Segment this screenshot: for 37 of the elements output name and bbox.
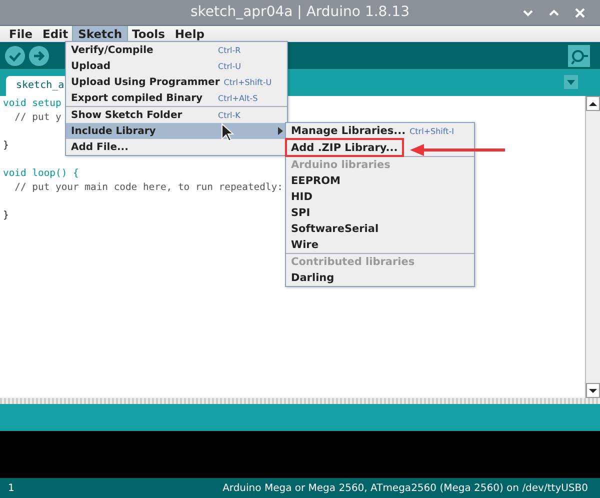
code-line: void setup xyxy=(3,98,62,109)
close-icon[interactable] xyxy=(574,6,586,18)
menu-item[interactable]: SPI xyxy=(286,205,474,221)
window-title: sketch_apr04a | Arduino 1.8.13 xyxy=(190,4,410,20)
scroll-down-icon[interactable] xyxy=(588,386,598,394)
menu-item[interactable]: Wire xyxy=(286,237,474,253)
menu-item[interactable]: Add .ZIP Library... xyxy=(286,139,403,156)
board-info: Arduino Mega or Mega 2560, ATmega2560 (Mega 2560) on /dev/ttyUSB0 xyxy=(222,482,588,494)
menu-item[interactable]: EEPROM xyxy=(286,173,474,189)
upload-icon[interactable] xyxy=(29,46,49,66)
tab-menu-icon[interactable] xyxy=(564,75,578,89)
code-line: } xyxy=(3,140,9,151)
menu-item[interactable]: Tools xyxy=(127,26,170,42)
submenu-arrow-icon xyxy=(278,127,283,135)
menu-header: Contributed libraries xyxy=(286,253,474,270)
menu-item[interactable]: Help xyxy=(170,26,210,42)
code-line: // put your main code here, to run repeatedly: xyxy=(14,182,283,193)
code-line: void loop() { xyxy=(3,168,79,179)
code-line: } xyxy=(3,210,9,221)
menu-item[interactable]: Darling xyxy=(286,270,474,286)
menu-item[interactable]: SoftwareSerial xyxy=(286,221,474,237)
mouse-cursor-icon xyxy=(221,123,235,142)
menu-header: Arduino libraries xyxy=(286,156,474,173)
menu-item[interactable]: Add File... xyxy=(66,139,287,155)
verify-icon[interactable] xyxy=(5,46,25,66)
menu-item[interactable]: Upload Ctrl-U xyxy=(66,58,287,74)
menu-item[interactable]: File xyxy=(4,26,38,42)
menu-item[interactable]: Include Library xyxy=(66,123,287,139)
line-number: 1 xyxy=(8,482,14,494)
scroll-up-icon[interactable] xyxy=(588,100,598,108)
scrollbar[interactable] xyxy=(585,96,600,398)
menu-item[interactable]: HID xyxy=(286,189,474,205)
serial-monitor-icon[interactable] xyxy=(568,44,590,66)
code-line: // put y xyxy=(14,112,62,123)
menu-item[interactable]: Edit xyxy=(38,26,74,42)
menu-item[interactable]: Manage Libraries... Ctrl+Shift-I xyxy=(286,123,474,139)
menu-item[interactable]: Sketch xyxy=(73,26,128,42)
